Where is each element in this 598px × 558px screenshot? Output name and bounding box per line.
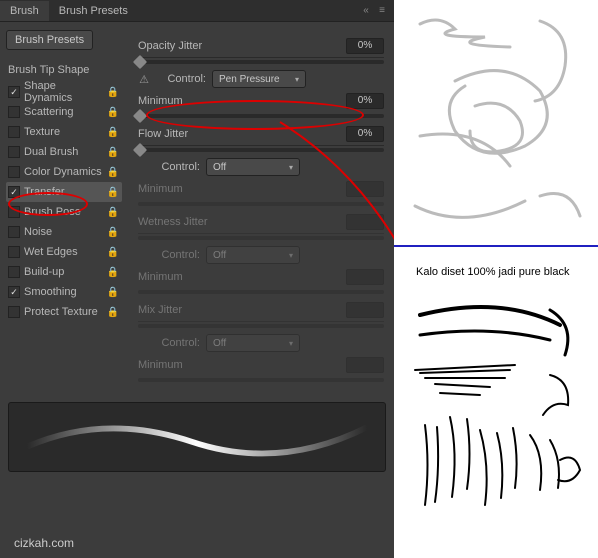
sidebar-item-transfer[interactable]: Transfer 🔒	[6, 182, 122, 202]
checkbox-wet-edges[interactable]	[8, 246, 20, 258]
checkbox-protect-texture[interactable]	[8, 306, 20, 318]
mix-control-label: Control:	[138, 337, 200, 349]
opacity-jitter-slider[interactable]	[138, 60, 384, 64]
lock-icon[interactable]: 🔒	[106, 127, 120, 138]
flow-minimum-label: Minimum	[138, 183, 228, 195]
wetness-control-select: Off▾	[206, 246, 300, 264]
opacity-control-label: Control:	[156, 73, 206, 85]
brush-presets-button[interactable]: Brush Presets	[6, 30, 93, 50]
example-area: Kalo diset 100% jadi pure black	[394, 0, 598, 558]
opacity-minimum-label: Minimum	[138, 95, 228, 107]
flow-control-label: Control:	[138, 161, 200, 173]
checkbox-build-up[interactable]	[8, 266, 20, 278]
opacity-minimum-value[interactable]: 0%	[346, 93, 384, 109]
mix-jitter-value	[346, 302, 384, 318]
mix-jitter-slider	[138, 324, 384, 328]
brush-panel: Brush Brush Presets « ≡ Brush Presets Br…	[0, 0, 394, 558]
sidebar-item-wet-edges[interactable]: Wet Edges 🔒	[6, 242, 122, 262]
flow-jitter-label: Flow Jitter	[138, 128, 228, 140]
lock-icon[interactable]: 🔒	[106, 87, 120, 98]
transfer-settings: Opacity Jitter 0% ⚠ Control: Pen Pressur…	[128, 22, 394, 394]
checkbox-shape-dynamics[interactable]	[8, 86, 20, 98]
mix-minimum-label: Minimum	[138, 359, 228, 371]
tab-brush[interactable]: Brush	[0, 1, 49, 21]
collapse-icon[interactable]: «	[360, 5, 372, 17]
checkbox-brush-pose[interactable]	[8, 206, 20, 218]
lock-icon[interactable]: 🔒	[106, 207, 120, 218]
flow-jitter-slider[interactable]	[138, 148, 384, 152]
brush-tip-shape[interactable]: Brush Tip Shape	[6, 60, 122, 80]
checkbox-scattering[interactable]	[8, 106, 20, 118]
lock-icon[interactable]: 🔒	[106, 247, 120, 258]
checkbox-transfer[interactable]	[8, 186, 20, 198]
tab-bar: Brush Brush Presets « ≡	[0, 0, 394, 22]
lock-icon[interactable]: 🔒	[106, 227, 120, 238]
opacity-jitter-label: Opacity Jitter	[138, 40, 228, 52]
wetness-minimum-slider	[138, 290, 384, 294]
sidebar-item-texture[interactable]: Texture 🔒	[6, 122, 122, 142]
sidebar-item-build-up[interactable]: Build-up 🔒	[6, 262, 122, 282]
opacity-minimum-slider[interactable]	[138, 114, 384, 118]
flow-minimum-value	[346, 181, 384, 197]
mix-control-select: Off▾	[206, 334, 300, 352]
wetness-control-label: Control:	[138, 249, 200, 261]
sidebar-item-color-dynamics[interactable]: Color Dynamics 🔒	[6, 162, 122, 182]
watermark: cizkah.com	[14, 536, 74, 550]
checkbox-texture[interactable]	[8, 126, 20, 138]
wetness-minimum-label: Minimum	[138, 271, 228, 283]
mix-jitter-label: Mix Jitter	[138, 304, 228, 316]
wetness-minimum-value	[346, 269, 384, 285]
lock-icon[interactable]: 🔒	[106, 287, 120, 298]
sidebar-item-brush-pose[interactable]: Brush Pose 🔒	[6, 202, 122, 222]
annotation-caption: Kalo diset 100% jadi pure black	[416, 266, 569, 278]
sidebar-item-scattering[interactable]: Scattering 🔒	[6, 102, 122, 122]
lock-icon[interactable]: 🔒	[106, 307, 120, 318]
divider-line	[394, 245, 598, 247]
sidebar-item-dual-brush[interactable]: Dual Brush 🔒	[6, 142, 122, 162]
opacity-control-select[interactable]: Pen Pressure▾	[212, 70, 306, 88]
sidebar-item-shape-dynamics[interactable]: Shape Dynamics 🔒	[6, 82, 122, 102]
lock-icon[interactable]: 🔒	[106, 187, 120, 198]
wetness-jitter-value	[346, 214, 384, 230]
lock-icon[interactable]: 🔒	[106, 167, 120, 178]
lock-icon[interactable]: 🔒	[106, 267, 120, 278]
opacity-jitter-value[interactable]: 0%	[346, 38, 384, 54]
flow-jitter-value[interactable]: 0%	[346, 126, 384, 142]
mix-minimum-slider	[138, 378, 384, 382]
sketch-hard	[400, 295, 592, 545]
wetness-jitter-label: Wetness Jitter	[138, 216, 228, 228]
panel-menu-icon[interactable]: ≡	[376, 5, 388, 17]
flow-control-select[interactable]: Off▾	[206, 158, 300, 176]
checkbox-dual-brush[interactable]	[8, 146, 20, 158]
warning-icon: ⚠	[138, 73, 150, 85]
checkbox-noise[interactable]	[8, 226, 20, 238]
sidebar-item-protect-texture[interactable]: Protect Texture 🔒	[6, 302, 122, 322]
sidebar-item-noise[interactable]: Noise 🔒	[6, 222, 122, 242]
checkbox-smoothing[interactable]	[8, 286, 20, 298]
checkbox-color-dynamics[interactable]	[8, 166, 20, 178]
sketch-soft	[400, 6, 592, 236]
mix-minimum-value	[346, 357, 384, 373]
tab-brush-presets[interactable]: Brush Presets	[49, 1, 138, 21]
lock-icon[interactable]: 🔒	[106, 147, 120, 158]
sidebar-item-smoothing[interactable]: Smoothing 🔒	[6, 282, 122, 302]
flow-minimum-slider	[138, 202, 384, 206]
wetness-jitter-slider	[138, 236, 384, 240]
brush-sidebar: Brush Presets Brush Tip Shape Shape Dyna…	[0, 22, 128, 394]
brush-preview	[8, 402, 386, 472]
lock-icon[interactable]: 🔒	[106, 107, 120, 118]
